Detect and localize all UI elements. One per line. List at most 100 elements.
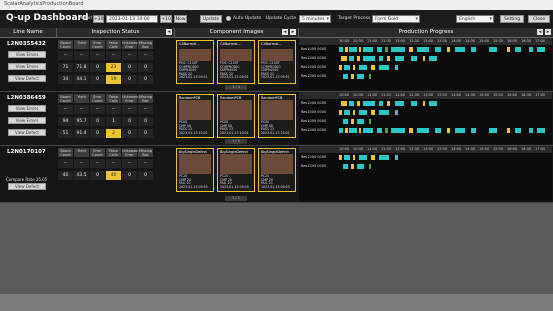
- time-tick-label: 13:30: [437, 93, 448, 97]
- inspection-column-header: False Calls: [106, 40, 121, 49]
- time-tick-label: 16:30: [521, 147, 532, 151]
- progress-block: [529, 128, 533, 133]
- line-name-header: Line Name: [0, 28, 56, 38]
- component-thumbnail[interactable]: BigSingleDefect PC20 CMP 20 FAIL 20 2023-01-…: [217, 148, 255, 192]
- progress-block: [363, 56, 375, 61]
- inspection-column-header: Board Count: [58, 94, 73, 103]
- progress-block: [351, 74, 354, 79]
- now-button[interactable]: Now: [174, 15, 187, 23]
- app-window: ScalarAnalyticsProductionBoard Q-up Dash…: [0, 0, 553, 294]
- component-thumbnail[interactable]: RandomPCB PC00 CMP 00 PASS 13 2023-01-13 10:…: [217, 94, 255, 138]
- inspection-cell: 71.8: [74, 63, 89, 72]
- inspection-status-header: Inspection Status ◂: [57, 28, 174, 38]
- view-errors-button[interactable]: View Defect: [8, 129, 46, 136]
- time-tick-label: 11:00: [367, 39, 378, 43]
- inspection-cell: 71: [58, 63, 73, 72]
- inspection-cell: --: [74, 105, 89, 114]
- progress-block: [363, 101, 375, 106]
- target-process-select[interactable]: Form Gold: [372, 15, 420, 23]
- language-select[interactable]: English: [456, 15, 494, 23]
- view-errors-button[interactable]: View Errors: [8, 105, 46, 112]
- component-image: [179, 49, 211, 61]
- images-prev-button[interactable]: ◂: [282, 29, 288, 35]
- component-thumbnail[interactable]: C4Normal... POS: C100T CORPRODIO CMPR4000 PA…: [258, 40, 296, 84]
- view-errors-button[interactable]: View Defect: [8, 75, 46, 82]
- lane-label: Res1000 0000: [301, 56, 327, 60]
- view-errors-button[interactable]: View Errors: [8, 117, 46, 124]
- component-image: [179, 154, 211, 174]
- close-button[interactable]: Close: [528, 15, 550, 23]
- component-thumbnail[interactable]: BigSingleDefect PC20 CMP 20 FAIL 20 2023-01-…: [258, 148, 296, 192]
- view-errors-button[interactable]: View Errors: [8, 51, 46, 58]
- progress-block: [395, 155, 398, 160]
- component-thumbnail[interactable]: RandomPCB PC00 CMP 00 PASS 13 2023-01-13 10:…: [258, 94, 296, 138]
- time-tick-label: 15:00: [479, 147, 490, 151]
- time-tick-label: 12:00: [395, 93, 406, 97]
- progress-block: [343, 74, 348, 79]
- period-minus-button[interactable]: +30: [93, 15, 104, 23]
- progress-block: [339, 110, 342, 115]
- time-tick-label: 12:30: [409, 39, 420, 43]
- images-next-button[interactable]: ▸: [290, 29, 296, 35]
- lane-label: Res1000 0000: [301, 74, 327, 78]
- time-axis: 10:00 10:30 11:00 11:30 12:00 12:30 13:00 13:30…: [299, 92, 552, 99]
- window-titlebar: ScalarAnalyticsProductionBoard: [0, 0, 553, 10]
- inspection-cell: 0: [90, 171, 105, 180]
- progress-block: [357, 74, 364, 79]
- time-tick-label: 14:00: [451, 39, 462, 43]
- inspection-cell: 0: [90, 75, 105, 84]
- progress-block: [489, 128, 497, 133]
- inspection-cell: --: [90, 159, 105, 168]
- time-tick-label: 12:30: [409, 147, 420, 151]
- progress-block: [351, 164, 354, 169]
- inspection-cell: --: [138, 51, 153, 60]
- progress-block: [379, 65, 389, 70]
- progress-block: [344, 65, 350, 70]
- compare-rate-label: Compare Rate 25.05: [6, 177, 48, 182]
- datetime-input[interactable]: 2023-01-13 10:00: [106, 15, 158, 23]
- lane-label: Res1000 0000: [301, 128, 327, 132]
- progress-block: [371, 155, 375, 160]
- progress-block: [387, 56, 390, 61]
- progress-block: [429, 56, 437, 61]
- inspection-cell: --: [122, 51, 137, 60]
- progress-block: [435, 128, 441, 133]
- component-image: [179, 100, 211, 120]
- inspection-column-header: Error Count: [90, 148, 105, 157]
- inspection-column-header: Board Count: [58, 40, 73, 49]
- time-tick-label: 17:00: [535, 147, 546, 151]
- line-row: L2N0170107 Compare Rate 25.05 View Defect B…: [0, 146, 553, 203]
- lane-label: Res1000 0000: [301, 155, 327, 159]
- progress-block: [391, 128, 405, 133]
- setting-button[interactable]: Setting: [500, 15, 524, 23]
- update-cycle-select[interactable]: 5 minutes: [299, 15, 331, 23]
- progress-lane: [339, 110, 549, 115]
- inspection-cell: 19: [106, 75, 121, 84]
- component-thumbnail[interactable]: BigSingleDefect PC20 CMP 20 FAIL 20 2023-01-…: [176, 148, 214, 192]
- auto-update-radio[interactable]: [226, 16, 231, 21]
- progress-next-button[interactable]: ▸: [545, 29, 551, 35]
- progress-block: [391, 47, 405, 52]
- view-errors-button[interactable]: View Defect: [8, 183, 46, 190]
- component-thumbnail[interactable]: C4Normal... POS: C100T CORPRODIO CMPR4000 PA…: [217, 40, 255, 84]
- progress-block: [369, 74, 371, 79]
- inspection-column-header: Missing Box: [138, 94, 153, 103]
- component-image: [261, 49, 293, 61]
- inspection-cell: 0: [90, 63, 105, 72]
- time-tick-label: 17:00: [535, 39, 546, 43]
- component-thumbnail[interactable]: C4Normal... POS: C100T CORPRODIO CMPR4000 PA…: [176, 40, 214, 84]
- lane-label: Res1000 0000: [301, 119, 327, 123]
- period-plus-button[interactable]: +10: [160, 15, 172, 23]
- component-thumbnail[interactable]: RandomPCB PC00 CMP 00 PASS 13 2023-01-13 10:…: [176, 94, 214, 138]
- progress-block: [353, 155, 355, 160]
- component-image: [261, 100, 293, 120]
- progress-block: [423, 101, 425, 106]
- view-errors-button[interactable]: View Errors: [8, 63, 46, 70]
- time-tick-label: 16:30: [521, 93, 532, 97]
- inspection-cell: 0: [122, 129, 137, 138]
- progress-block: [379, 155, 389, 160]
- update-button[interactable]: Update: [200, 15, 222, 23]
- progress-prev-button[interactable]: ◂: [537, 29, 543, 35]
- inspection-prev-button[interactable]: ◂: [166, 29, 172, 35]
- progress-lane: [339, 128, 549, 133]
